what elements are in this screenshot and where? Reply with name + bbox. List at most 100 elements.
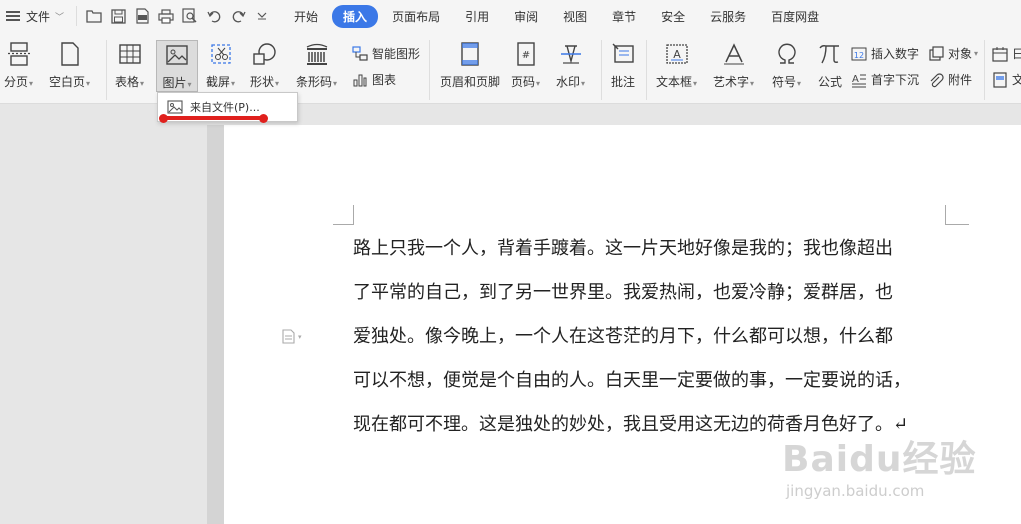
chart-button[interactable]: 图表 (352, 71, 396, 88)
object-button[interactable]: 对象 ▾ (928, 45, 978, 62)
redo-icon[interactable] (229, 7, 247, 25)
paragraph-handle[interactable]: ▾ (282, 329, 302, 344)
word-art-button[interactable]: 艺术字▾ (713, 40, 754, 90)
smart-art-button[interactable]: 智能图形 (352, 45, 420, 62)
from-file-menu-item[interactable]: 来自文件(P)... (166, 99, 260, 115)
document-parts-label: 文 (1012, 73, 1021, 87)
text-box-button[interactable]: A 文本框▾ (656, 40, 697, 90)
chevron-down-icon: ▾ (298, 332, 302, 341)
table-icon (116, 40, 144, 68)
tab-cloud-services[interactable]: 云服务 (699, 5, 757, 28)
formula-button[interactable]: 公式 (816, 40, 844, 90)
ribbon-divider (106, 40, 107, 100)
margin-marker (945, 205, 946, 225)
picture-icon (163, 41, 191, 69)
tab-page-layout[interactable]: 页面布局 (381, 5, 451, 28)
open-folder-icon[interactable] (85, 7, 103, 25)
smart-art-icon (352, 45, 368, 62)
svg-text:12: 12 (854, 51, 864, 60)
text-line: 了平常的自己，到了另一世界里。我爱热闹，也爱冷静；爱群居，也 (353, 282, 893, 303)
page-number-label: 页码 (511, 75, 536, 89)
watermark-icon (557, 40, 585, 68)
print-preview-icon[interactable] (181, 7, 199, 25)
document-body[interactable]: 路上只我一个人，背着手踱着。这一片天地好像是我的；我也像超出 了平常的自己，到了… (353, 234, 953, 454)
file-menu[interactable]: 文件 ﹀ (6, 8, 64, 25)
tab-view[interactable]: 视图 (552, 5, 598, 28)
quick-access-toolbar (76, 6, 271, 26)
object-label: 对象 (948, 47, 973, 61)
calendar-icon (992, 46, 1008, 62)
export-pdf-icon[interactable] (133, 7, 151, 25)
page-number-icon: # (512, 40, 540, 68)
shapes-button[interactable]: 形状▾ (250, 40, 279, 90)
margin-marker (333, 224, 354, 225)
date-label: 日 (1012, 47, 1021, 61)
page-break-icon (5, 40, 33, 68)
tab-security[interactable]: 安全 (650, 5, 696, 28)
insert-number-label: 插入数字 (871, 47, 920, 61)
tab-section[interactable]: 章节 (601, 5, 647, 28)
tab-baidu-netdisk[interactable]: 百度网盘 (760, 5, 830, 28)
drop-cap-button[interactable]: A 首字下沉 (851, 71, 919, 88)
picture-button[interactable]: 图片▾ (156, 40, 198, 92)
tab-insert[interactable]: 插入 (332, 4, 379, 28)
object-icon (928, 45, 944, 62)
attachment-button[interactable]: 附件 (928, 71, 972, 88)
formula-label: 公式 (817, 75, 842, 89)
chart-icon (352, 72, 368, 88)
watermark-logo: Baidu经验 (782, 439, 977, 480)
screenshot-button[interactable]: 截屏▾ (206, 40, 235, 90)
blank-page-button[interactable]: 空白页▾ (49, 40, 90, 90)
pi-icon (816, 40, 844, 68)
print-icon[interactable] (157, 7, 175, 25)
page-break-button[interactable]: 分页▾ (4, 40, 33, 90)
baidu-watermark: Baidu经验 jingyan.baidu.com (782, 430, 1017, 524)
comment-button[interactable]: 批注 (609, 40, 637, 90)
ribbon-divider (601, 40, 602, 100)
shapes-label: 形状 (250, 75, 275, 89)
highlight-dot (159, 114, 168, 123)
table-button[interactable]: 表格▾ (115, 40, 144, 90)
tab-references[interactable]: 引用 (454, 5, 500, 28)
symbol-button[interactable]: 符号▾ (772, 40, 801, 90)
screenshot-label: 截屏 (206, 75, 231, 89)
text-line: 爱独处。像今晚上，一个人在这苍茫的月下，什么都可以想，什么都 (353, 326, 893, 347)
screenshot-icon (207, 40, 235, 68)
watermark-url: jingyan.baidu.com (786, 482, 925, 500)
text-box-icon: A (663, 40, 691, 68)
date-button[interactable]: 日 (992, 45, 1021, 62)
page-number-button[interactable]: # 页码▾ (511, 40, 540, 90)
svg-text:#: # (521, 50, 529, 61)
insert-number-button[interactable]: 12 插入数字 (851, 45, 919, 62)
blank-page-icon (56, 40, 84, 68)
customize-toolbar-icon[interactable] (253, 7, 271, 25)
comment-icon (609, 40, 637, 68)
text-line: 可以不想，便觉是个自由的人。白天里一定要做的事，一定要说的话， (353, 370, 911, 391)
document-parts-icon (992, 71, 1008, 88)
table-label: 表格 (115, 75, 140, 89)
page-shadow (207, 125, 225, 524)
margin-marker (945, 224, 969, 225)
document-parts-button[interactable]: 文 (992, 71, 1021, 88)
hamburger-icon (6, 11, 20, 21)
barcode-button[interactable]: 条形码▾ (296, 40, 337, 90)
ribbon-tabs: 开始 插入 页面布局 引用 审阅 视图 章节 安全 云服务 百度网盘 (283, 4, 833, 28)
smart-art-label: 智能图形 (372, 47, 421, 61)
watermark-button[interactable]: 水印▾ (556, 40, 585, 90)
chart-label: 图表 (372, 73, 397, 87)
image-icon (166, 99, 184, 115)
tab-review[interactable]: 审阅 (503, 5, 549, 28)
attachment-label: 附件 (948, 73, 973, 87)
undo-icon[interactable] (205, 7, 223, 25)
paperclip-icon (928, 72, 944, 88)
tab-home[interactable]: 开始 (283, 5, 329, 28)
comment-label: 批注 (610, 75, 635, 89)
watermark-label: 水印 (556, 75, 581, 89)
ribbon-divider (646, 40, 647, 100)
paragraph-icon (282, 329, 295, 344)
insert-ribbon: 分页▾ 空白页▾ 表格▾ 图片▾ 截屏▾ 形状▾ 条形码▾ 智能图形 图表 页眉… (0, 32, 1021, 104)
from-file-label: 来自文件(P)... (190, 101, 260, 114)
save-icon[interactable] (109, 7, 127, 25)
file-menu-label: 文件 (26, 9, 51, 24)
header-footer-button[interactable]: 页眉和页脚 (440, 40, 500, 90)
